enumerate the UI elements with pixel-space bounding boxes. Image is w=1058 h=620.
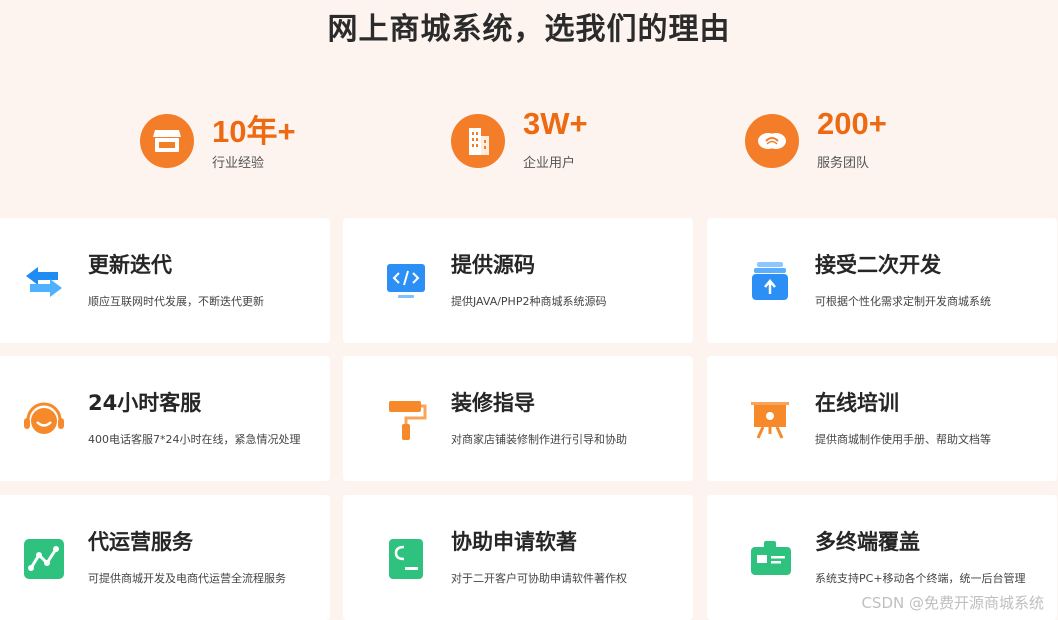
handshake-icon xyxy=(745,114,799,168)
copyright-doc-icon xyxy=(385,537,429,581)
feature-card-update[interactable]: 更新迭代 顺应互联网时代发展，不断迭代更新 xyxy=(0,218,330,343)
feature-title: 接受二次开发 xyxy=(815,253,941,277)
feature-title: 提供源码 xyxy=(451,253,535,277)
watermark: CSDN @免费开源商城系统 xyxy=(861,594,1044,612)
stat-label: 企业用户 xyxy=(523,156,576,171)
feature-desc: 对商家店铺装修制作进行引导和协助 xyxy=(451,433,627,446)
feature-desc: 可提供商城开发及电商代运营全流程服务 xyxy=(88,572,286,585)
feature-card-secondary-dev[interactable]: 接受二次开发 可根据个性化需求定制开发商城系统 xyxy=(707,218,1057,343)
paint-roller-icon xyxy=(385,398,429,442)
swap-arrows-icon xyxy=(22,260,66,304)
feature-title: 装修指导 xyxy=(451,391,535,415)
presentation-board-icon xyxy=(749,398,793,442)
page-title: 网上商城系统，选我们的理由 xyxy=(327,12,731,47)
stat-number: 10年+ xyxy=(212,114,296,149)
feature-card-training[interactable]: 在线培训 提供商城制作使用手册、帮助文档等 xyxy=(707,356,1057,481)
feature-desc: 提供商城制作使用手册、帮助文档等 xyxy=(815,433,991,446)
id-card-icon xyxy=(749,537,793,581)
feature-desc: 400电话客服7*24小时在线，紧急情况处理 xyxy=(88,433,301,446)
feature-title: 多终端覆盖 xyxy=(815,530,920,554)
feature-title: 更新迭代 xyxy=(88,253,172,277)
trend-chart-icon xyxy=(22,537,66,581)
feature-desc: 顺应互联网时代发展，不断迭代更新 xyxy=(88,295,264,308)
feature-card-source-code[interactable]: 提供源码 提供JAVA/PHP2种商城系统源码 xyxy=(343,218,693,343)
stat-number: 200+ xyxy=(817,106,887,141)
store-icon xyxy=(140,114,194,168)
stat-number: 3W+ xyxy=(523,106,588,141)
headset-icon xyxy=(22,398,66,442)
feature-desc: 提供JAVA/PHP2种商城系统源码 xyxy=(451,295,607,308)
code-monitor-icon xyxy=(385,260,429,304)
feature-desc: 对于二开客户可协助申请软件著作权 xyxy=(451,572,627,585)
stat-label: 服务团队 xyxy=(817,156,870,171)
stat-label: 行业经验 xyxy=(212,156,265,171)
feature-card-24h-service[interactable]: 24小时客服 400电话客服7*24小时在线，紧急情况处理 xyxy=(0,356,330,481)
feature-title: 代运营服务 xyxy=(88,530,193,554)
building-icon xyxy=(451,114,505,168)
feature-title: 在线培训 xyxy=(815,391,899,415)
feature-title: 24小时客服 xyxy=(88,391,202,415)
feature-card-operation[interactable]: 代运营服务 可提供商城开发及电商代运营全流程服务 xyxy=(0,495,330,620)
upload-box-icon xyxy=(749,260,793,304)
feature-card-copyright[interactable]: 协助申请软著 对于二开客户可协助申请软件著作权 xyxy=(343,495,693,620)
feature-title: 协助申请软著 xyxy=(451,530,577,554)
feature-card-decoration[interactable]: 装修指导 对商家店铺装修制作进行引导和协助 xyxy=(343,356,693,481)
feature-desc: 系统支持PC+移动各个终端，统一后台管理 xyxy=(815,572,1026,585)
feature-desc: 可根据个性化需求定制开发商城系统 xyxy=(815,295,991,308)
